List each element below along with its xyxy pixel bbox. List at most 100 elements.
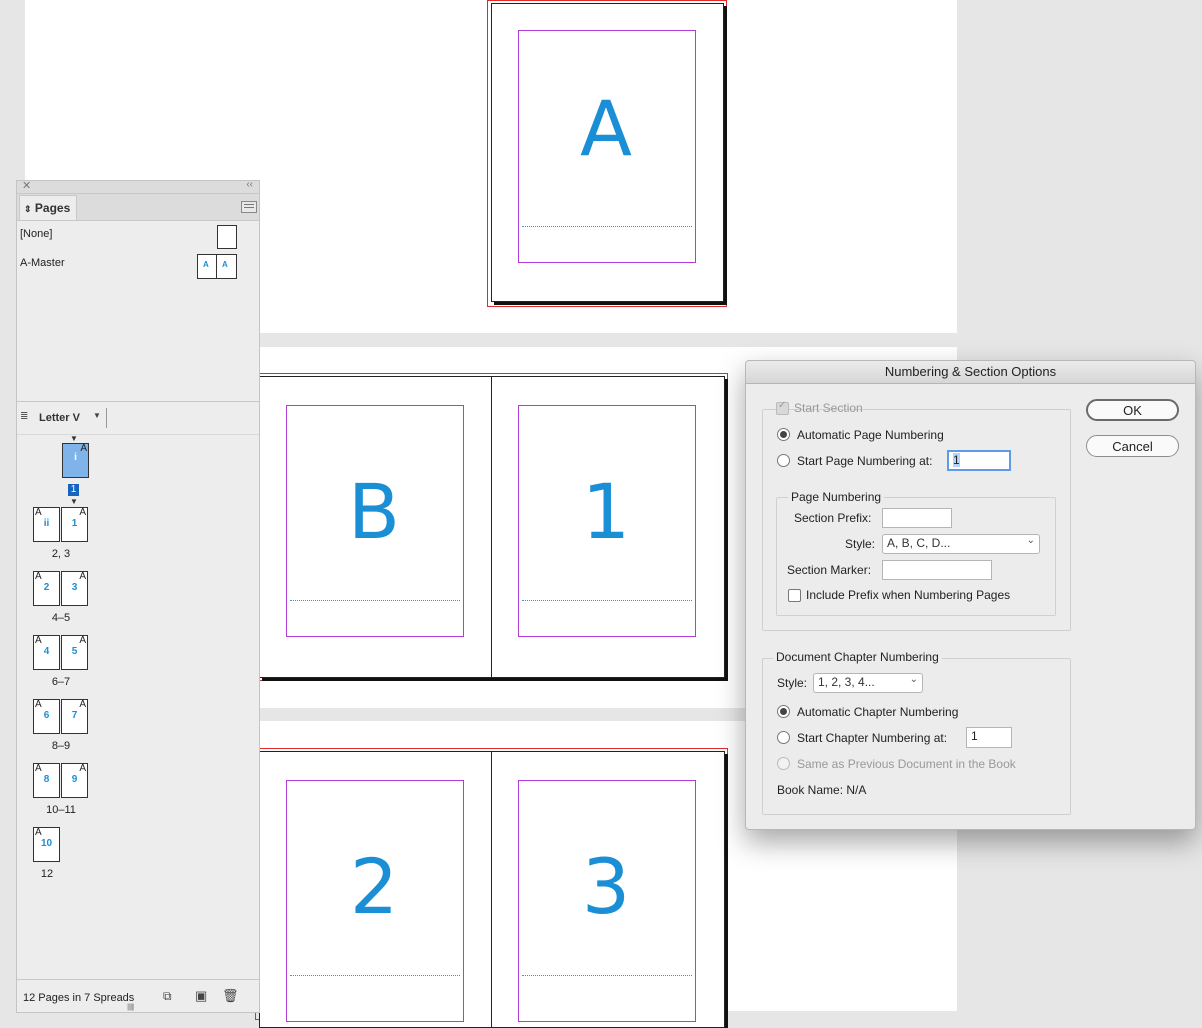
page-thumbnail[interactable]: A 7 — [61, 699, 88, 734]
grip-icon: ≣ — [20, 411, 29, 422]
page-thumbnail[interactable]: A 3 — [61, 571, 88, 606]
page-letter: 2 — [349, 842, 399, 931]
include-prefix-checkbox[interactable] — [788, 589, 801, 602]
pages-panel: ✕ ‹‹ ⇕ Pages [None] A-Master A A ≣ Lette… — [16, 179, 260, 1013]
page-number: 6 — [43, 710, 50, 721]
master-indicator: A — [79, 763, 86, 774]
master-a[interactable]: A-Master — [20, 257, 65, 269]
start-section-checkbox[interactable]: ✓ — [776, 400, 789, 415]
page-thumbnail[interactable]: A 9 — [61, 763, 88, 798]
page-number: 1 — [71, 518, 78, 529]
page-letter: A — [580, 84, 632, 173]
page-letter: 3 — [581, 842, 631, 931]
page-thumbnail[interactable]: A 10 — [33, 827, 60, 862]
tab-pages-label: Pages — [34, 201, 71, 215]
dialog-title[interactable]: Numbering & Section Options — [746, 361, 1195, 384]
chevron-down-icon: ⌄ — [1026, 535, 1035, 546]
start-chapter-numbering-radio[interactable] — [777, 731, 790, 744]
page-count-status: 12 Pages in 7 Spreads — [23, 992, 135, 1004]
chapter-style-value: 1, 2, 3, 4... — [818, 675, 875, 689]
page-thumbnail[interactable]: A 5 — [61, 635, 88, 670]
start-page-numbering-radio[interactable] — [777, 454, 790, 467]
page-number: i — [74, 452, 77, 463]
master-a-letter: A — [222, 260, 228, 269]
page-thumbnail[interactable]: A 2 — [33, 571, 60, 606]
delete-page-icon[interactable]: 🗑 — [222, 988, 239, 1004]
page-number: 10 — [40, 838, 53, 849]
page-spread-label: 12 — [40, 868, 54, 880]
page-letter: B — [347, 467, 401, 556]
tab-pages[interactable]: ⇕ Pages — [19, 195, 77, 220]
page-number: 8 — [43, 774, 50, 785]
document-page[interactable]: A — [491, 3, 724, 302]
page-spread-label: 2, 3 — [51, 548, 71, 560]
document-spread[interactable]: B 1 — [259, 376, 725, 678]
edit-page-size-icon[interactable]: ⧉ — [163, 989, 172, 1004]
section-marker-label: Section Marker: — [787, 563, 872, 577]
collapse-icon[interactable]: ‹‹ — [246, 179, 253, 190]
section-start-icon: ▼ — [70, 497, 78, 506]
panel-footer: 12 Pages in 7 Spreads ⧉ ▣ 🗑 |||||||| — [17, 979, 259, 1012]
start-page-numbering-field[interactable]: 1 — [947, 450, 1011, 471]
resize-grip-icon[interactable]: |||||||| — [127, 1004, 134, 1011]
master-indicator: A — [35, 571, 42, 582]
section-marker-field[interactable] — [882, 560, 992, 580]
start-chapter-numbering-field[interactable]: 1 — [966, 727, 1012, 748]
footer-guide — [522, 600, 692, 601]
page-thumbnail[interactable]: A i — [62, 443, 89, 478]
page-spread-label: 6–7 — [51, 676, 71, 688]
footer-guide — [290, 600, 460, 601]
book-name-label: Book Name: N/A — [777, 783, 867, 797]
panel-menu-icon[interactable] — [241, 201, 257, 213]
master-indicator: A — [35, 699, 42, 710]
master-a-letter: A — [203, 260, 209, 269]
panel-header[interactable]: ✕ ‹‹ — [17, 179, 259, 194]
auto-page-numbering-radio[interactable] — [777, 428, 790, 441]
master-indicator: A — [79, 571, 86, 582]
master-a-thumbnail[interactable]: A A — [197, 254, 237, 279]
numbering-section-dialog: Numbering & Section Options OK Cancel ✓ … — [745, 360, 1196, 830]
master-indicator: A — [79, 635, 86, 646]
close-icon[interactable]: ✕ — [22, 179, 31, 192]
page-style-select[interactable]: A, B, C, D... ⌄ — [882, 534, 1040, 554]
chapter-numbering-legend: Document Chapter Numbering — [773, 650, 942, 664]
page-size-label[interactable]: Letter V — [39, 412, 80, 424]
page-spread-label: 10–11 — [46, 804, 76, 816]
chapter-style-select[interactable]: 1, 2, 3, 4... ⌄ — [813, 673, 923, 693]
page-spread-label: 8–9 — [51, 740, 71, 752]
auto-page-numbering-label[interactable]: Automatic Page Numbering — [797, 428, 944, 442]
start-chapter-numbering-label[interactable]: Start Chapter Numbering at: — [797, 731, 947, 745]
chevron-down-icon: ⌄ — [909, 674, 918, 685]
page-thumbnail[interactable]: A ii — [33, 507, 60, 542]
page-thumbnail[interactable]: A 1 — [61, 507, 88, 542]
section-start-icon: ▼ — [70, 434, 78, 443]
master-none-thumbnail[interactable] — [217, 225, 237, 249]
master-indicator: A — [35, 827, 42, 838]
page-thumbnail[interactable]: A 4 — [33, 635, 60, 670]
page-number: 3 — [71, 582, 78, 593]
panel-tabbar: ⇕ Pages — [17, 194, 259, 221]
chapter-style-label: Style: — [777, 676, 808, 690]
page-thumbnail[interactable]: A 8 — [33, 763, 60, 798]
page-letter: 1 — [581, 467, 631, 556]
master-none[interactable]: [None] — [20, 228, 52, 240]
auto-chapter-numbering-radio[interactable] — [777, 705, 790, 718]
ok-button[interactable]: OK — [1086, 399, 1179, 421]
auto-chapter-numbering-label[interactable]: Automatic Chapter Numbering — [797, 705, 958, 719]
include-prefix-label[interactable]: Include Prefix when Numbering Pages — [806, 588, 1010, 602]
master-a-label: A-Master — [20, 257, 65, 269]
master-none-label: [None] — [20, 228, 53, 240]
sort-arrows-icon: ⇕ — [24, 204, 32, 214]
new-page-icon[interactable]: ▣ — [195, 988, 207, 1004]
same-as-previous-radio[interactable] — [777, 757, 790, 770]
cancel-button[interactable]: Cancel — [1086, 435, 1179, 457]
page-size-dropdown-icon[interactable]: ▼ — [93, 411, 101, 420]
document-spread[interactable]: 2 3 — [259, 751, 725, 1028]
section-prefix-field[interactable] — [882, 508, 952, 528]
footer-guide — [290, 975, 460, 976]
page-spread-label: 1 — [68, 484, 79, 496]
start-page-numbering-label[interactable]: Start Page Numbering at: — [797, 454, 932, 468]
page-number: ii — [43, 518, 50, 529]
page-thumbnail[interactable]: A 6 — [33, 699, 60, 734]
page-style-value: A, B, C, D... — [887, 536, 951, 550]
